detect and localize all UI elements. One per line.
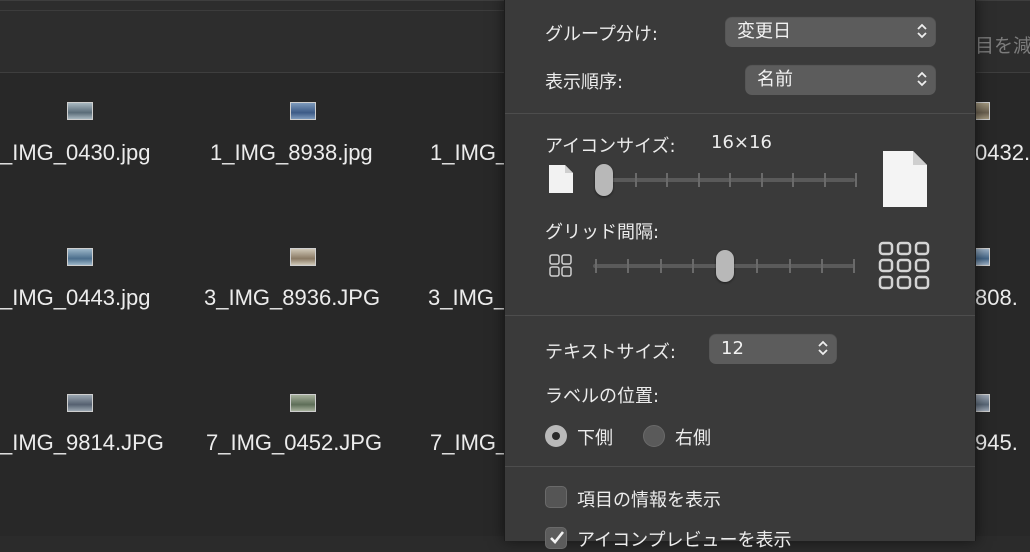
divider: [505, 466, 975, 467]
slider-tick: [823, 173, 826, 187]
file-thumbnail[interactable]: [67, 394, 93, 412]
icon-size-value: 16×16: [711, 132, 772, 153]
icon-size-slider[interactable]: [593, 164, 859, 196]
slider-tick: [634, 173, 637, 187]
slider-tick: [595, 259, 597, 273]
text-size-value: 12: [721, 338, 744, 359]
file-thumbnail[interactable]: [974, 248, 990, 266]
divider: [505, 113, 975, 114]
label-position-right-text[interactable]: 右側: [675, 424, 711, 450]
slider-tick: [792, 173, 794, 187]
file-name[interactable]: 7_IMG_: [430, 430, 508, 456]
slider-tick: [729, 173, 731, 187]
slider-tick: [691, 259, 694, 273]
file-thumbnail[interactable]: [67, 248, 93, 266]
file-name[interactable]: 1_IMG_8938.jpg: [210, 140, 373, 166]
grid-spacing-label: グリッド間隔:: [545, 222, 660, 243]
large-document-icon: [883, 151, 927, 207]
slider-tick: [855, 173, 857, 187]
text-size-label: テキストサイズ:: [545, 342, 676, 363]
slider-knob[interactable]: [716, 250, 734, 282]
file-name[interactable]: 808.: [975, 285, 1018, 311]
grid-spacing-slider[interactable]: [593, 250, 859, 282]
file-thumbnail[interactable]: [290, 248, 316, 266]
toolbar-divider: [0, 10, 505, 11]
small-document-icon: [549, 165, 573, 193]
slider-tick: [788, 259, 791, 273]
slider-tick: [697, 173, 700, 187]
label-position-label: ラベルの位置:: [545, 386, 660, 407]
group-by-value: 変更日: [737, 21, 791, 42]
updown-chevron-icon: [818, 340, 828, 356]
slider-tick: [659, 259, 662, 273]
file-thumbnail[interactable]: [974, 102, 990, 120]
slider-tick: [853, 259, 855, 273]
file-thumbnail[interactable]: [290, 102, 316, 120]
label-position-right-radio[interactable]: [643, 425, 665, 447]
file-name[interactable]: 3_IMG_8936.JPG: [204, 285, 380, 311]
file-thumbnail[interactable]: [974, 394, 990, 412]
checkmark-icon: [550, 531, 565, 544]
file-name[interactable]: _IMG_9814.JPG: [0, 430, 164, 456]
slider-knob[interactable]: [595, 164, 613, 196]
file-thumbnail[interactable]: [67, 102, 93, 120]
label-position-bottom-text[interactable]: 下側: [577, 424, 613, 450]
show-item-info-checkbox[interactable]: [545, 486, 567, 508]
icon-size-label: アイコンサイズ:: [545, 136, 676, 157]
group-by-label: グループ分け:: [545, 24, 658, 45]
file-name[interactable]: _IMG_0430.jpg: [0, 140, 150, 166]
text-size-select[interactable]: 12: [709, 333, 837, 364]
slider-tick: [820, 259, 823, 273]
toolbar-hidden-label: 目を減: [975, 35, 1030, 57]
file-name[interactable]: _IMG_0443.jpg: [0, 285, 150, 311]
slider-tick: [666, 173, 668, 187]
slider-tick: [627, 259, 630, 273]
view-options-popover: グループ分け: 変更日 表示順序: 名前 アイコンサイズ: 16×16 グリッド…: [504, 0, 976, 551]
file-thumbnail[interactable]: [290, 394, 316, 412]
file-name[interactable]: 3_IMG_: [428, 285, 506, 311]
slider-tick: [760, 173, 763, 187]
file-name[interactable]: 1_IMG_: [430, 140, 508, 166]
file-name[interactable]: 7_IMG_0452.JPG: [206, 430, 382, 456]
updown-chevron-icon: [917, 71, 927, 87]
show-item-info-label[interactable]: 項目の情報を表示: [577, 486, 721, 512]
file-name[interactable]: 945.: [975, 430, 1018, 456]
sort-by-select[interactable]: 名前: [745, 64, 936, 95]
show-icon-preview-checkbox[interactable]: [545, 527, 567, 549]
divider: [505, 315, 975, 316]
updown-chevron-icon: [917, 23, 927, 39]
group-by-select[interactable]: 変更日: [725, 16, 936, 47]
compact-grid-icon: [549, 254, 572, 277]
wide-grid-icon: [878, 241, 930, 290]
slider-tick: [756, 259, 759, 273]
show-icon-preview-label[interactable]: アイコンプレビューを表示: [577, 526, 792, 552]
sort-by-label: 表示順序:: [545, 72, 624, 93]
label-position-bottom-radio[interactable]: [545, 425, 567, 447]
file-name[interactable]: 0432.: [975, 140, 1030, 166]
sort-by-value: 名前: [757, 69, 793, 90]
